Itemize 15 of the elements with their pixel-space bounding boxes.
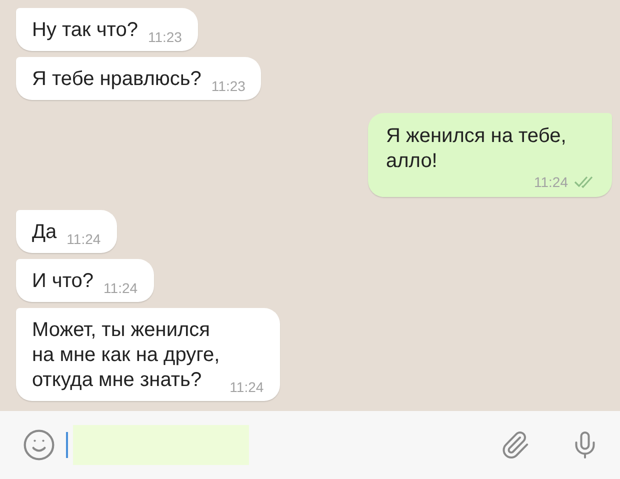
message-time: 11:24 xyxy=(104,280,138,296)
message-text: Я женился на тебе, алло! xyxy=(386,124,566,174)
message-text: Да xyxy=(32,220,57,245)
message-text: Ну так что? xyxy=(32,18,138,43)
input-field[interactable] xyxy=(73,425,249,465)
message-time: 11:23 xyxy=(148,29,182,45)
message-text: И что? xyxy=(32,269,94,294)
message-text: Я тебе нравлюсь? xyxy=(32,67,202,92)
message-time: 11:24 xyxy=(66,231,101,247)
emoji-icon[interactable] xyxy=(22,428,56,462)
message-time: 11:24 xyxy=(230,379,264,395)
message-text: Может, ты женился на мне как на друге, откуда мне знать? xyxy=(32,318,220,393)
message-time: 11:23 xyxy=(211,78,246,94)
paperclip-icon[interactable] xyxy=(500,430,530,460)
message-time: 11:24 xyxy=(534,174,568,190)
